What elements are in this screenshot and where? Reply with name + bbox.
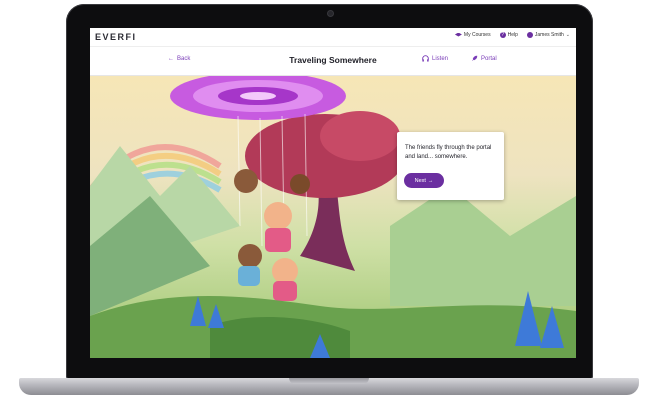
camera-icon (328, 11, 333, 16)
dialog-card: The friends fly through the portal and l… (397, 132, 504, 200)
rocket-icon (472, 55, 478, 61)
user-avatar-icon (526, 32, 533, 38)
laptop-base (19, 378, 639, 395)
next-button[interactable]: Next → (404, 173, 444, 188)
characters (234, 169, 310, 301)
laptop-notch (289, 378, 369, 384)
user-name: James Smith (534, 32, 564, 38)
mountains-right (390, 186, 576, 306)
portal (170, 76, 346, 120)
arrow-right-icon: → (427, 177, 434, 184)
portal-button[interactable]: Portal (471, 55, 497, 62)
next-label: Next (414, 177, 426, 184)
lesson-title: Traveling Somewhere (289, 55, 377, 65)
headphones-icon (422, 55, 429, 62)
top-app-bar: EVERFI My Courses ? Help James Smith ⌄ (90, 28, 576, 47)
screen: EVERFI My Courses ? Help James Smith ⌄ ←… (90, 28, 576, 358)
lesson-scene: The friends fly through the portal and l… (90, 76, 576, 358)
help-label: Help (507, 32, 518, 38)
top-links: My Courses ? Help James Smith ⌄ (454, 32, 570, 38)
help-link[interactable]: ? Help (499, 32, 518, 38)
graduation-cap-icon (454, 32, 462, 37)
lesson-header: ← Back Traveling Somewhere Listen Portal (90, 47, 576, 76)
dialog-text: The friends fly through the portal and l… (405, 145, 492, 160)
portal-label: Portal (481, 55, 497, 62)
everfi-logo[interactable]: EVERFI (95, 32, 137, 42)
listen-label: Listen (432, 55, 449, 62)
user-menu[interactable]: James Smith ⌄ (526, 32, 570, 38)
scene-illustration (90, 76, 576, 358)
my-courses-link[interactable]: My Courses (454, 32, 491, 38)
my-courses-label: My Courses (463, 32, 491, 38)
listen-button[interactable]: Listen (422, 55, 448, 62)
chevron-down-icon: ⌄ (565, 32, 570, 38)
help-icon: ? (499, 32, 506, 38)
